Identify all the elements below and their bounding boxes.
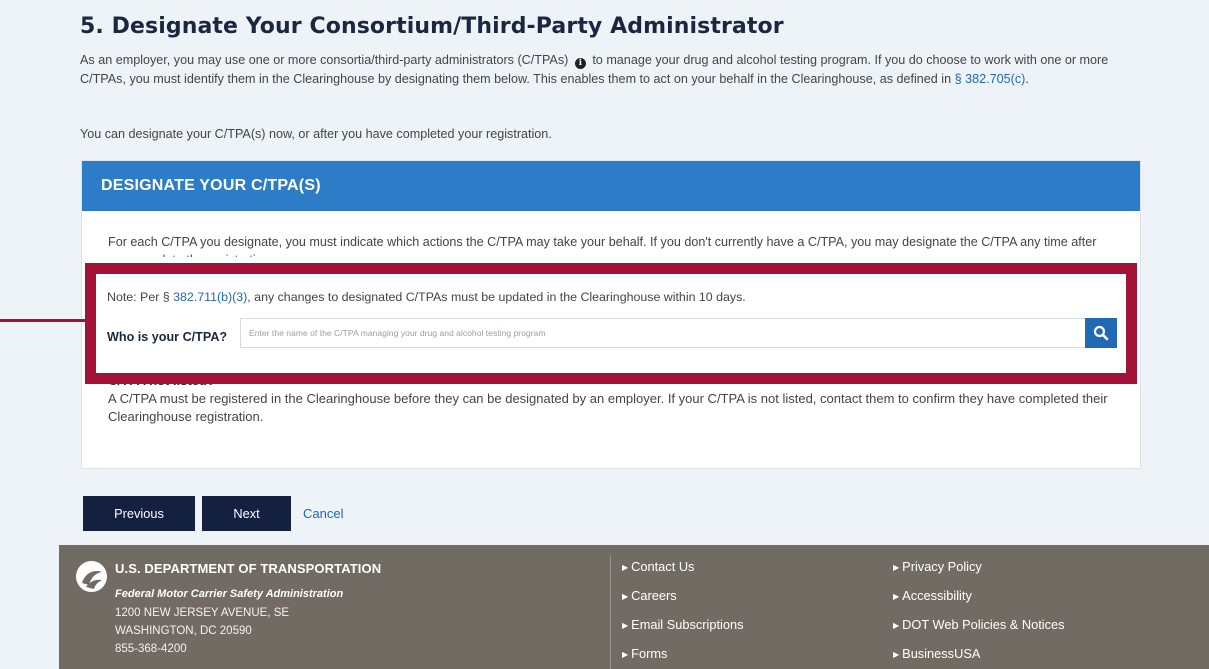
cancel-link[interactable]: Cancel bbox=[303, 506, 343, 521]
previous-button[interactable]: Previous bbox=[83, 496, 195, 531]
not-listed-text: A C/TPA must be registered in the Cleari… bbox=[108, 391, 1108, 424]
footer-link-businessusa[interactable]: ▶ BusinessUSA bbox=[893, 646, 980, 661]
triangle-right-icon: ▶ bbox=[893, 650, 900, 659]
card-header: DESIGNATE YOUR C/TPA(S) bbox=[82, 161, 1140, 211]
card-header-title: DESIGNATE YOUR C/TPA(S) bbox=[101, 177, 321, 194]
ctpa-search-input[interactable] bbox=[241, 319, 1081, 347]
ctpa-search-box bbox=[240, 318, 1117, 348]
search-icon bbox=[1093, 325, 1109, 341]
highlight-pointer-line bbox=[0, 319, 85, 322]
intro-end: . bbox=[1025, 71, 1029, 86]
info-icon[interactable]: i bbox=[574, 58, 586, 69]
search-button[interactable] bbox=[1085, 318, 1117, 348]
footer-link-contact-us[interactable]: ▶ Contact Us bbox=[622, 559, 694, 574]
section-title: 5. Designate Your Consortium/Third-Party… bbox=[80, 14, 784, 39]
triangle-right-icon: ▶ bbox=[893, 621, 900, 630]
footer-link-accessibility[interactable]: ▶ Accessibility bbox=[893, 588, 972, 603]
note-prefix: Note: Per § bbox=[107, 290, 170, 304]
highlight-box: Note: Per § 382.711(b)(3), any changes t… bbox=[85, 263, 1137, 384]
footer-link-forms[interactable]: ▶ Forms bbox=[622, 646, 667, 661]
card-description: For each C/TPA you designate, you must i… bbox=[108, 235, 1097, 257]
triangle-right-icon: ▶ bbox=[893, 563, 900, 572]
footer-divider bbox=[610, 555, 611, 669]
ctpa-not-listed-section: C/TPA not listed? A C/TPA must be regist… bbox=[108, 379, 1118, 426]
triangle-right-icon: ▶ bbox=[622, 650, 629, 659]
dot-logo-icon[interactable] bbox=[76, 561, 107, 592]
intro-paragraph: As an employer, you may use one or more … bbox=[80, 51, 1140, 88]
triangle-right-icon: ▶ bbox=[893, 592, 900, 601]
phone-number: 855-368-4200 bbox=[115, 643, 187, 655]
site-footer: U.S. DEPARTMENT OF TRANSPORTATION Federa… bbox=[59, 545, 1209, 669]
who-is-ctpa-label: Who is your C/TPA? bbox=[107, 330, 228, 344]
address-line-2: WASHINGTON, DC 20590 bbox=[115, 625, 252, 637]
triangle-right-icon: ▶ bbox=[622, 621, 629, 630]
agency-title: U.S. DEPARTMENT OF TRANSPORTATION bbox=[115, 561, 382, 576]
footer-link-privacy-policy[interactable]: ▶ Privacy Policy bbox=[893, 559, 982, 574]
footer-link-email-subscriptions[interactable]: ▶ Email Subscriptions bbox=[622, 617, 744, 632]
next-button[interactable]: Next bbox=[202, 496, 291, 531]
administration-name: Federal Motor Carrier Safety Administrat… bbox=[115, 588, 344, 600]
regulation-link-382-711[interactable]: 382.711(b)(3) bbox=[173, 290, 247, 304]
footer-link-dot-web-policies[interactable]: ▶ DOT Web Policies & Notices bbox=[893, 617, 1065, 632]
note-suffix: , any changes to designated C/TPAs must … bbox=[247, 290, 746, 304]
triangle-right-icon: ▶ bbox=[622, 563, 629, 572]
update-note: Note: Per § 382.711(b)(3), any changes t… bbox=[107, 290, 746, 304]
designate-later-text: You can designate your C/TPA(s) now, or … bbox=[80, 127, 552, 141]
triangle-right-icon: ▶ bbox=[622, 592, 629, 601]
regulation-link-382-705[interactable]: § 382.705(c) bbox=[955, 72, 1026, 86]
footer-link-careers[interactable]: ▶ Careers bbox=[622, 588, 677, 603]
address-line-1: 1200 NEW JERSEY AVENUE, SE bbox=[115, 607, 290, 619]
intro-text-1: As an employer, you may use one or more … bbox=[80, 53, 569, 67]
